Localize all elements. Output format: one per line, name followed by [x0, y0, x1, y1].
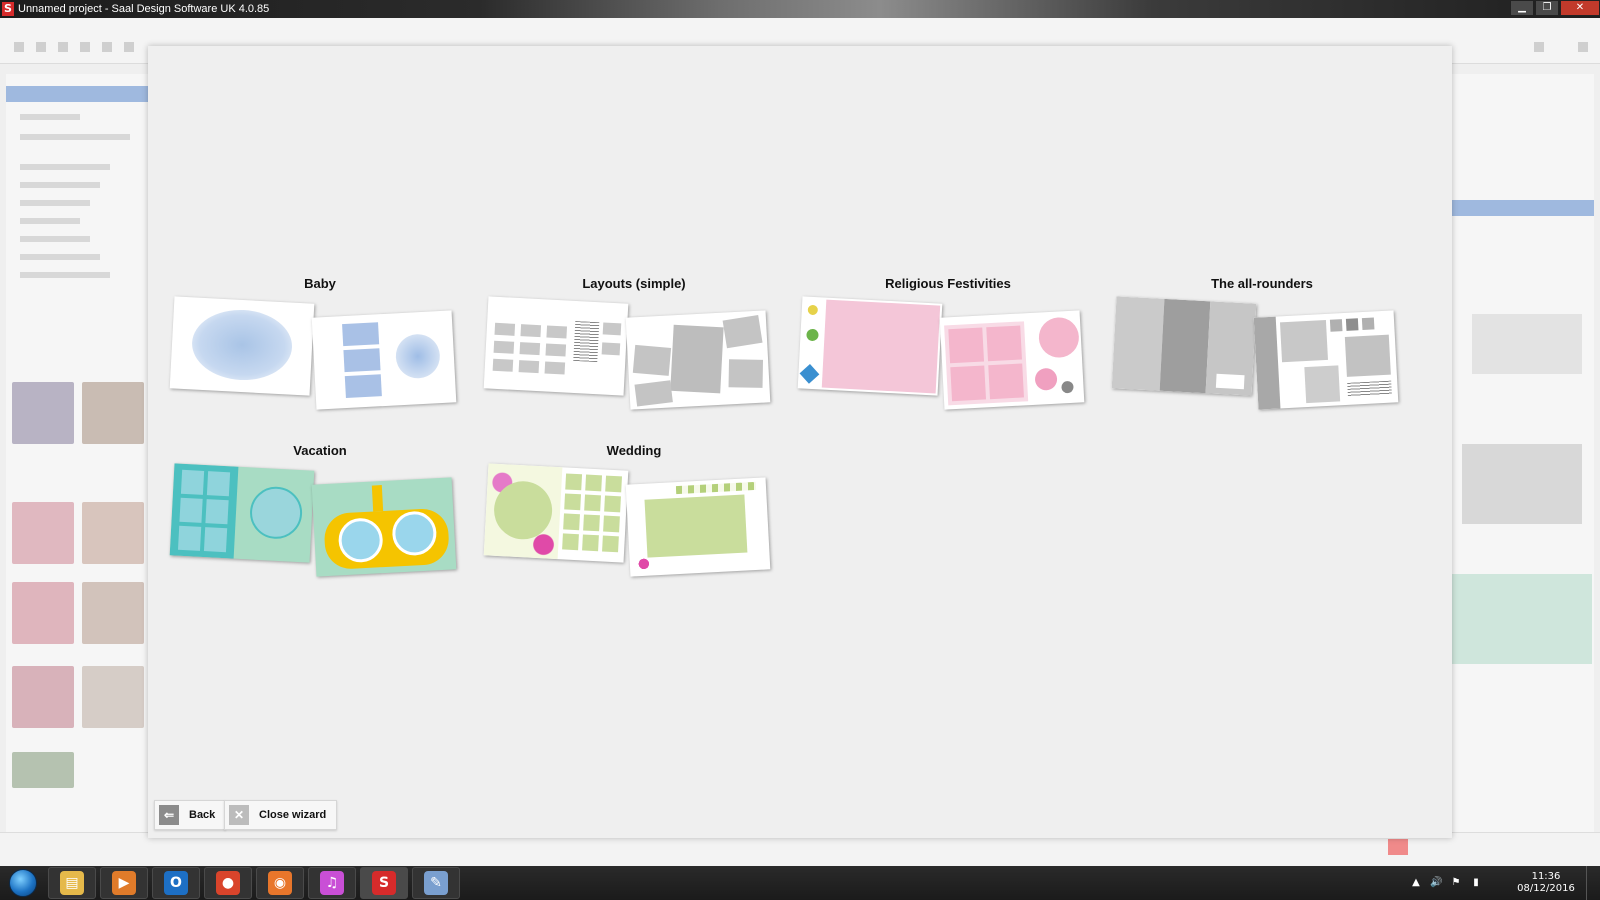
baby-preview-right-page: [311, 310, 457, 410]
vacation-preview-right-page: [311, 477, 457, 577]
category-vacation[interactable]: Vacation: [169, 443, 470, 593]
category-religious-festivities[interactable]: Religious Festivities: [797, 276, 1098, 426]
category-baby[interactable]: Baby: [169, 276, 470, 426]
close-window-button[interactable]: ✕: [1560, 0, 1600, 16]
close-icon: ✕: [229, 805, 249, 825]
taskbar-app-saal[interactable]: S: [360, 867, 408, 899]
taskbar-app-firefox[interactable]: ◉: [256, 867, 304, 899]
show-hidden-icons-icon[interactable]: ▲: [1410, 877, 1422, 889]
saal-icon: S: [372, 871, 396, 895]
taskbar-app-media-player[interactable]: ▶: [100, 867, 148, 899]
chrome-icon: ●: [216, 871, 240, 895]
category-the-all-rounders[interactable]: The all-rounders: [1111, 276, 1412, 426]
back-arrow-icon: ⇐: [159, 805, 179, 825]
close-wizard-label: Close wizard: [259, 809, 327, 821]
religious-preview-left-page: [797, 296, 943, 396]
windows-logo-icon: [9, 869, 37, 897]
file-explorer-icon: ▤: [60, 871, 84, 895]
show-desktop-button[interactable]: [1586, 866, 1600, 900]
category-label: The all-rounders: [1211, 276, 1313, 291]
app-icon: S: [2, 2, 14, 16]
action-center-flag-icon[interactable]: ⚑: [1450, 877, 1462, 889]
firefox-icon: ◉: [268, 871, 292, 895]
maximize-button[interactable]: ❐: [1535, 0, 1559, 16]
back-button-label: Back: [189, 809, 216, 821]
paint-icon: ✎: [424, 871, 448, 895]
background-left-panel: [6, 74, 148, 834]
baby-preview-left-page: [169, 296, 315, 396]
wedding-preview-right-page: [625, 477, 771, 577]
itunes-icon: ♫: [320, 871, 344, 895]
start-button[interactable]: [4, 868, 42, 898]
outlook-icon: O: [164, 871, 188, 895]
network-icon[interactable]: ▮: [1470, 877, 1482, 889]
taskbar-app-paint[interactable]: ✎: [412, 867, 460, 899]
category-layouts-simple[interactable]: Layouts (simple): [483, 276, 784, 426]
title-bar: S Unnamed project - Saal Design Software…: [0, 0, 1600, 18]
all-rounders-preview-right-page: [1253, 310, 1399, 410]
all-rounders-preview-left-page: [1111, 296, 1257, 396]
window-controls: ▁ ❐ ✕: [1509, 0, 1600, 18]
windows-taskbar: ▤ ▶ O ● ◉ ♫ S ✎ ▲ 🔊 ⚑ ▮ 11:36 08/12/2016: [0, 866, 1600, 900]
category-label: Vacation: [293, 443, 347, 458]
layouts-simple-preview-left-page: [483, 296, 629, 396]
window-title: Unnamed project - Saal Design Software U…: [18, 3, 270, 15]
close-wizard-button[interactable]: ✕ Close wizard: [224, 800, 338, 830]
layout-wizard-dialog: Baby Layouts (simple) Religious Festivit…: [148, 46, 1452, 838]
category-label: Wedding: [606, 443, 662, 458]
religious-preview-right-page: [939, 310, 1085, 410]
category-wedding[interactable]: Wedding: [483, 443, 784, 593]
category-label: Baby: [304, 276, 336, 291]
layouts-simple-preview-right-page: [625, 310, 771, 410]
clock[interactable]: 11:36 08/12/2016: [1516, 871, 1576, 895]
clock-time: 11:36: [1531, 871, 1561, 882]
volume-icon[interactable]: 🔊: [1430, 877, 1442, 889]
system-tray: ▲ 🔊 ⚑ ▮ 11:36 08/12/2016: [1410, 866, 1600, 900]
wedding-preview-left-page: [483, 463, 629, 563]
taskbar-app-outlook[interactable]: O: [152, 867, 200, 899]
taskbar-app-itunes[interactable]: ♫: [308, 867, 356, 899]
minimize-button[interactable]: ▁: [1510, 0, 1534, 16]
vacation-preview-left-page: [169, 463, 315, 563]
category-label: Religious Festivities: [885, 276, 1011, 291]
taskbar-app-file-explorer[interactable]: ▤: [48, 867, 96, 899]
category-label: Layouts (simple): [582, 276, 686, 291]
taskbar-app-chrome[interactable]: ●: [204, 867, 252, 899]
clock-date: 08/12/2016: [1517, 883, 1575, 894]
media-player-icon: ▶: [112, 871, 136, 895]
back-button[interactable]: ⇐ Back: [154, 800, 227, 830]
background-right-panel: [1452, 74, 1594, 834]
